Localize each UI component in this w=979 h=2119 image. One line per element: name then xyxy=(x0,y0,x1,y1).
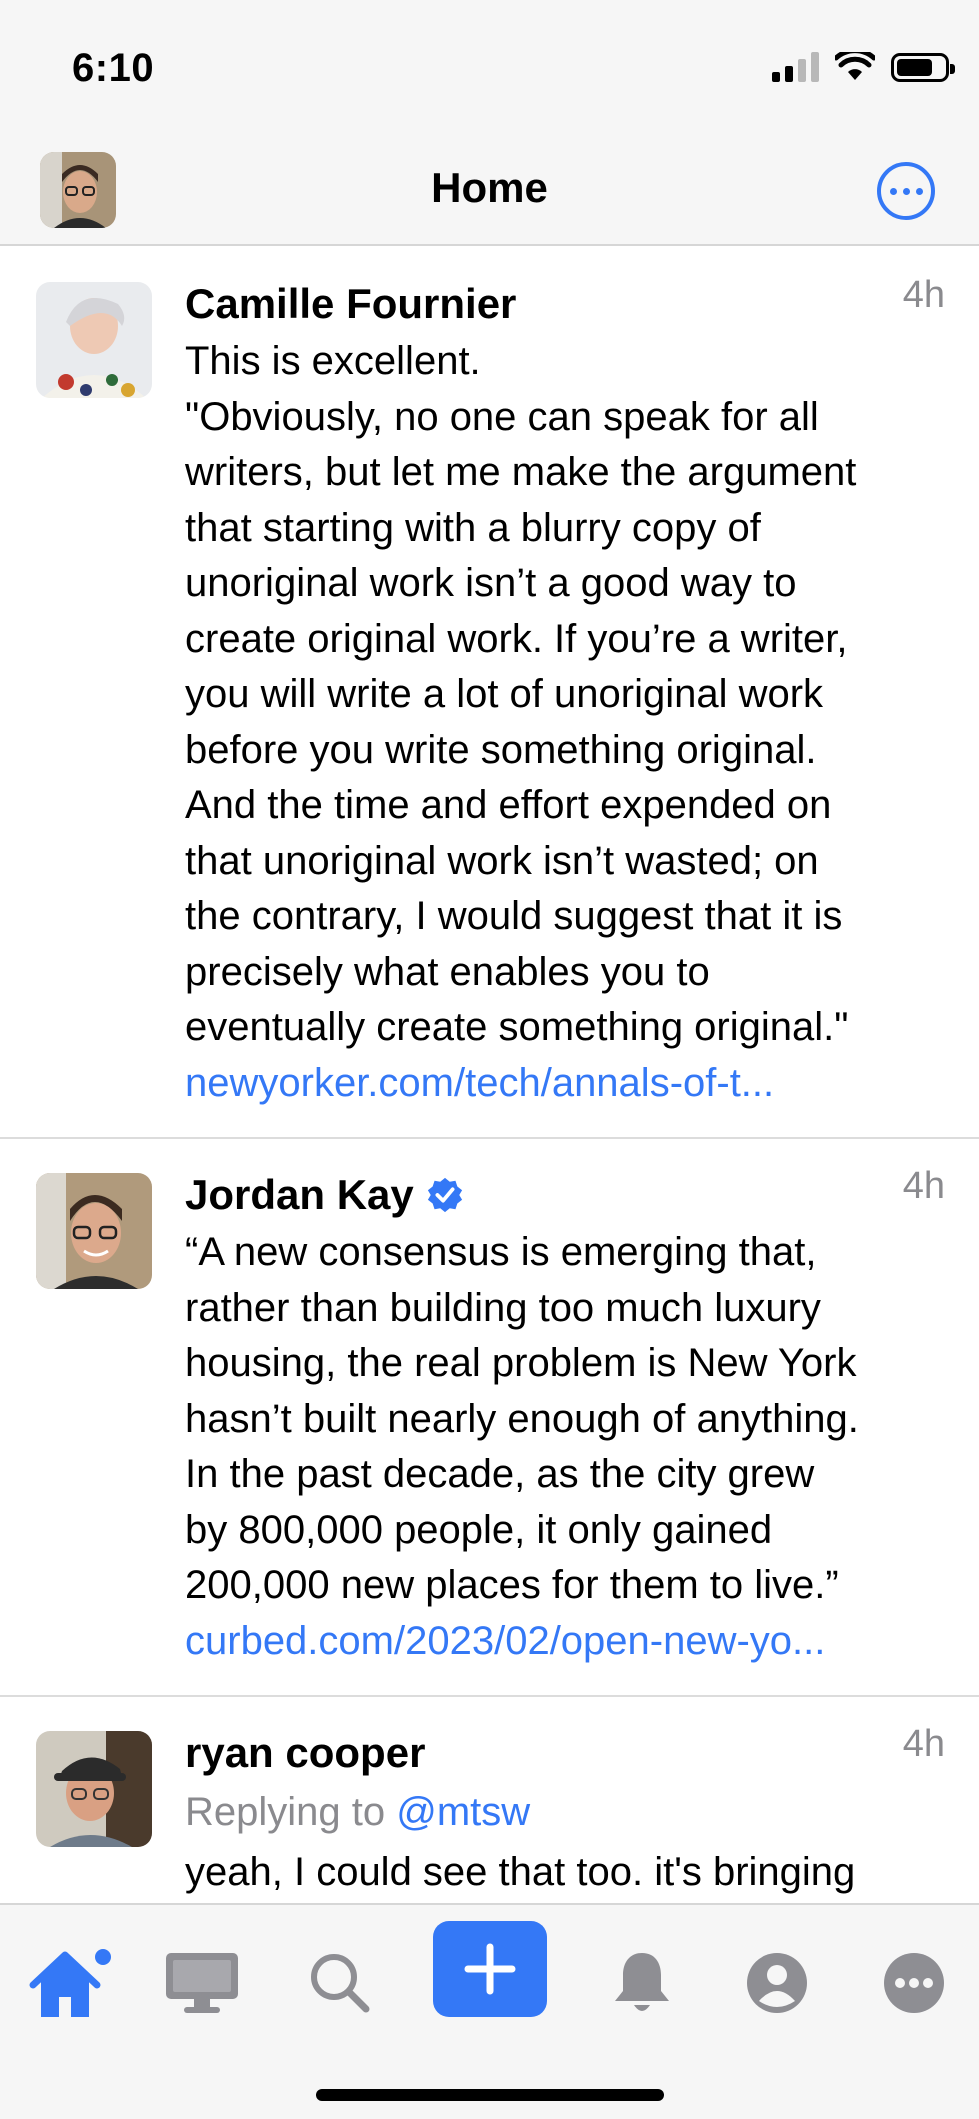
avatar[interactable] xyxy=(36,282,152,398)
search-icon xyxy=(311,1954,370,2013)
tab-notifications[interactable] xyxy=(592,1933,692,2033)
post-header: Jordan Kay xyxy=(185,1167,949,1223)
status-bar: 6:10 xyxy=(0,0,979,140)
reply-handle-link[interactable]: @mtsw xyxy=(396,1790,530,1834)
cellular-signal-icon xyxy=(772,52,819,82)
verified-badge-icon xyxy=(427,1177,462,1213)
post-link[interactable]: curbed.com/2023/02/open-new-yo... xyxy=(185,1614,949,1670)
post-header: Camille Fournier xyxy=(185,276,949,332)
timeline-feed[interactable]: Camille Fournier 4h This is excellent. "… xyxy=(0,248,979,1903)
tab-desktop[interactable] xyxy=(152,1933,252,2033)
timeline-post[interactable]: Camille Fournier 4h This is excellent. "… xyxy=(0,248,979,1139)
post-text: “A new consensus is emerging that, rathe… xyxy=(185,1230,859,1607)
post-time: 4h xyxy=(902,274,945,316)
author-name[interactable]: Jordan Kay xyxy=(185,1171,414,1219)
post-time: 4h xyxy=(902,1723,945,1765)
battery-icon xyxy=(891,52,955,82)
post-text: This is excellent. "Obviously, no one ca… xyxy=(185,339,857,1049)
author-name[interactable]: Camille Fournier xyxy=(185,280,516,328)
compose-button[interactable] xyxy=(433,1921,547,2017)
desktop-icon xyxy=(166,1953,238,2013)
tab-bar xyxy=(0,1903,979,2119)
reply-prefix: Replying to xyxy=(185,1790,386,1834)
post-text: yeah, I could see that too. it's bringin… xyxy=(185,1850,856,1894)
status-icons xyxy=(772,52,955,82)
post-time: 4h xyxy=(902,1165,945,1207)
page-title: Home xyxy=(431,164,548,211)
author-name[interactable]: ryan cooper xyxy=(185,1729,425,1777)
bell-icon xyxy=(615,1953,669,2011)
post-header: ryan cooper xyxy=(185,1725,949,1781)
profile-icon xyxy=(747,1953,807,2013)
timeline-post[interactable]: ryan cooper 4h Replying to @mtsw yeah, I… xyxy=(0,1697,979,1903)
more-icon xyxy=(884,1953,944,2013)
status-time: 6:10 xyxy=(72,46,155,90)
more-options-button[interactable] xyxy=(877,162,935,220)
nav-header: Home xyxy=(0,140,979,246)
tab-more[interactable] xyxy=(864,1933,964,2033)
post-link[interactable]: newyorker.com/tech/annals-of-t... xyxy=(185,1056,949,1112)
home-icon xyxy=(29,1949,111,2017)
avatar[interactable] xyxy=(36,1731,152,1847)
wifi-icon xyxy=(835,52,875,80)
tab-search[interactable] xyxy=(290,1933,390,2033)
timeline-post[interactable]: Jordan Kay 4h “A new consensus is emergi… xyxy=(0,1139,979,1697)
compose-icon xyxy=(464,1943,516,1995)
avatar[interactable] xyxy=(36,1173,152,1289)
tab-profile[interactable] xyxy=(727,1933,827,2033)
tab-home[interactable] xyxy=(20,1933,120,2033)
home-indicator xyxy=(316,2089,664,2101)
reply-context: Replying to @mtsw xyxy=(185,1781,949,1843)
